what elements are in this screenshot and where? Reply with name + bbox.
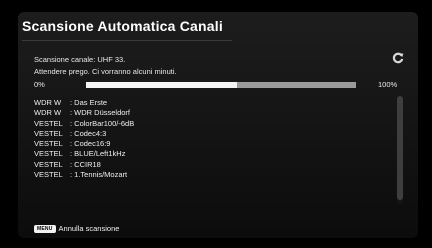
channel-name: : BLUE/Left1kHz bbox=[70, 149, 126, 159]
channel-provider: VESTEL bbox=[34, 149, 63, 159]
list-item: VESTEL : BLUE/Left1kHz bbox=[34, 149, 134, 159]
channel-name: : 1.Tennis/Mozart bbox=[70, 170, 128, 180]
scan-channel-status: Scansione canale: UHF 33. bbox=[34, 55, 126, 64]
wait-message: Attendere prego. Ci vorranno alcuni minu… bbox=[34, 67, 177, 76]
channel-list-scrollbar[interactable] bbox=[397, 94, 403, 204]
channel-provider: WDR W bbox=[34, 108, 62, 118]
channel-name: : Codec16:9 bbox=[70, 139, 111, 149]
channel-name: : Das Erste bbox=[70, 98, 108, 107]
list-item: WDR W : WDR Düsseldorf bbox=[34, 108, 134, 118]
scan-progress-bar bbox=[86, 82, 356, 88]
channel-provider: VESTEL bbox=[34, 118, 63, 128]
list-item: VESTEL : Codec16:9 bbox=[34, 139, 134, 149]
footer-hint: MENU Annulla scansione bbox=[34, 224, 119, 233]
list-item: VESTEL : CCIR18 bbox=[34, 160, 134, 170]
channel-name: : WDR Düsseldorf bbox=[70, 108, 131, 118]
channel-name: : Codec4:3 bbox=[70, 128, 107, 138]
list-item: WDR W : Das Erste bbox=[34, 98, 134, 108]
channel-provider: VESTEL bbox=[34, 159, 63, 169]
found-channels-list: WDR W : Das Erste WDR W : WDR Düsseldorf V… bbox=[34, 98, 134, 180]
progress-min-label: 0% bbox=[34, 80, 45, 89]
progress-fill bbox=[86, 82, 238, 88]
scrollbar-thumb[interactable] bbox=[397, 96, 403, 200]
list-item: VESTEL : ColorBar100/-6dB bbox=[34, 119, 134, 129]
channel-provider: WDR W bbox=[34, 98, 62, 107]
progress-max-label: 100% bbox=[378, 80, 398, 89]
list-item: VESTEL : 1.Tennis/Mozart bbox=[34, 170, 134, 180]
channel-name: : ColorBar100/-6dB bbox=[70, 118, 135, 128]
channel-provider: VESTEL bbox=[34, 170, 63, 180]
channel-name: : CCIR18 bbox=[70, 159, 101, 169]
list-item: VESTEL : Codec4:3 bbox=[34, 129, 134, 139]
dialog-title: Scansione Automatica Canali bbox=[22, 18, 223, 34]
channel-provider: VESTEL bbox=[34, 128, 63, 138]
cancel-scan-label[interactable]: Annulla scansione bbox=[59, 224, 120, 233]
channel-provider: VESTEL bbox=[34, 139, 63, 149]
menu-key-badge[interactable]: MENU bbox=[34, 224, 56, 233]
title-divider bbox=[22, 40, 232, 41]
refresh-icon bbox=[392, 52, 404, 64]
